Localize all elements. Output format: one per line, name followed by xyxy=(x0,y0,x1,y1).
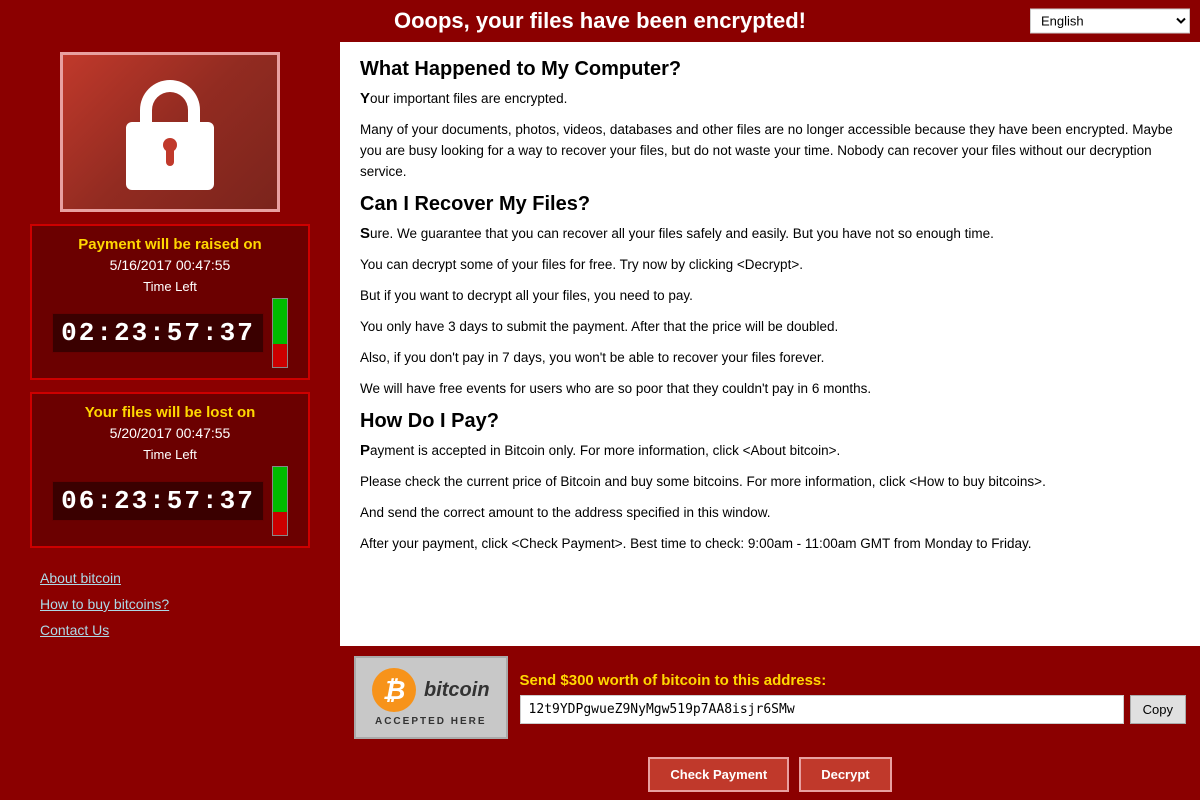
section3-para4: After your payment, click <Check Payment… xyxy=(360,534,1180,555)
section1-para1: Your important files are encrypted. xyxy=(360,87,1180,110)
timer2-time-left-label: Time Left xyxy=(42,447,298,462)
section2-heading: Can I Recover My Files? xyxy=(360,193,1180,216)
progress-green-2 xyxy=(273,467,287,512)
bitcoin-right-content: Send $300 worth of bitcoin to this addre… xyxy=(520,672,1186,724)
left-links: About bitcoin How to buy bitcoins? Conta… xyxy=(30,570,310,648)
bitcoin-address-row: Copy xyxy=(520,695,1186,724)
section2-para2: You can decrypt some of your files for f… xyxy=(360,255,1180,276)
section2-para5: Also, if you don't pay in 7 days, you wo… xyxy=(360,348,1180,369)
bitcoin-logo-text: bitcoin xyxy=(424,679,490,702)
copy-button[interactable]: Copy xyxy=(1130,695,1186,724)
section1-para2: Many of your documents, photos, videos, … xyxy=(360,120,1180,183)
contact-us-link[interactable]: Contact Us xyxy=(40,622,300,638)
timer1-label: Payment will be raised on xyxy=(42,236,298,253)
timer1-date: 5/16/2017 00:47:55 xyxy=(42,257,298,273)
timer-payment-raise: Payment will be raised on 5/16/2017 00:4… xyxy=(30,224,310,380)
lock-icon xyxy=(120,72,220,192)
bitcoin-circle-icon: ₿ xyxy=(372,668,416,712)
bitcoin-address-input[interactable] xyxy=(520,695,1124,724)
progress-green xyxy=(273,299,287,344)
section3-para3: And send the correct amount to the addre… xyxy=(360,503,1180,524)
timer2-display: 06:23:57:37 xyxy=(42,466,298,536)
right-panel: What Happened to My Computer? Your impor… xyxy=(340,42,1200,800)
timer2-countdown: 06:23:57:37 xyxy=(52,481,264,521)
section2-para1: Sure. We guarantee that you can recover … xyxy=(360,222,1180,245)
lock-keyhole xyxy=(163,138,177,152)
progress-red xyxy=(273,344,287,367)
timer-files-lost: Your files will be lost on 5/20/2017 00:… xyxy=(30,392,310,548)
timer1-progress-bar xyxy=(272,298,288,368)
bitcoin-accepted-text: ACCEPTED HERE xyxy=(375,716,487,727)
check-payment-button[interactable]: Check Payment xyxy=(648,757,789,792)
header: Ooops, your files have been encrypted! E… xyxy=(0,0,1200,42)
page-title: Ooops, your files have been encrypted! xyxy=(394,8,806,34)
bitcoin-logo-box: ₿ bitcoin ACCEPTED HERE xyxy=(354,656,508,739)
section2-para4: You only have 3 days to submit the payme… xyxy=(360,317,1180,338)
bitcoin-row: ₿ bitcoin ACCEPTED HERE Send $300 worth … xyxy=(354,656,1186,739)
about-bitcoin-link[interactable]: About bitcoin xyxy=(40,570,300,586)
progress-red-2 xyxy=(273,512,287,535)
main-content: Payment will be raised on 5/16/2017 00:4… xyxy=(0,42,1200,800)
timer1-time-left-label: Time Left xyxy=(42,279,298,294)
decrypt-button[interactable]: Decrypt xyxy=(799,757,891,792)
bitcoin-payment-area: ₿ bitcoin ACCEPTED HERE Send $300 worth … xyxy=(340,646,1200,749)
timer2-progress-bar xyxy=(272,466,288,536)
section1-heading: What Happened to My Computer? xyxy=(360,58,1180,81)
section2-para6: We will have free events for users who a… xyxy=(360,379,1180,400)
bottom-action-buttons: Check Payment Decrypt xyxy=(340,749,1200,800)
lock-body xyxy=(126,122,214,190)
timer2-date: 5/20/2017 00:47:55 xyxy=(42,425,298,441)
section2-para3: But if you want to decrypt all your file… xyxy=(360,286,1180,307)
scroll-content[interactable]: What Happened to My Computer? Your impor… xyxy=(340,42,1200,646)
timer1-display: 02:23:57:37 xyxy=(42,298,298,368)
how-to-buy-link[interactable]: How to buy bitcoins? xyxy=(40,596,300,612)
language-selector-container: English Español Français Deutsch 中文 xyxy=(1030,9,1190,34)
section3-para2: Please check the current price of Bitcoi… xyxy=(360,472,1180,493)
timer2-label: Your files will be lost on xyxy=(42,404,298,421)
timer1-countdown: 02:23:57:37 xyxy=(52,313,264,353)
bitcoin-send-label: Send $300 worth of bitcoin to this addre… xyxy=(520,672,1186,689)
section3-para1: Payment is accepted in Bitcoin only. For… xyxy=(360,439,1180,462)
section3-heading: How Do I Pay? xyxy=(360,410,1180,433)
left-panel: Payment will be raised on 5/16/2017 00:4… xyxy=(0,42,340,800)
lock-icon-container xyxy=(60,52,280,212)
bitcoin-logo-row: ₿ bitcoin xyxy=(372,668,490,712)
language-select[interactable]: English Español Français Deutsch 中文 xyxy=(1030,9,1190,34)
